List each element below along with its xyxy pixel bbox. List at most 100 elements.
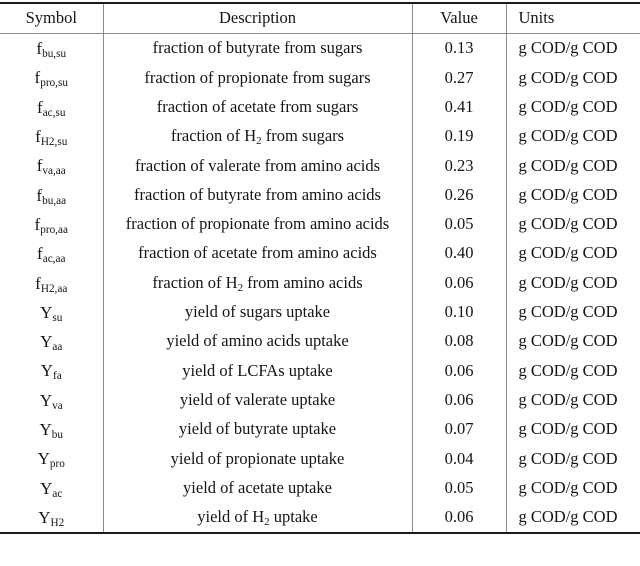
cell-value: 0.06 bbox=[412, 356, 507, 386]
cell-symbol: Ysu bbox=[0, 297, 104, 327]
cell-value: 0.23 bbox=[412, 151, 507, 181]
symbol-text: Ypro bbox=[38, 450, 65, 471]
column-header-symbol: Symbol bbox=[0, 3, 104, 34]
table-row: Ysu yield of sugars uptake 0.10 g COD/g COD bbox=[0, 297, 640, 327]
cell-symbol: fH2,aa bbox=[0, 268, 104, 298]
cell-units: g COD/g COD bbox=[518, 214, 618, 234]
description-text: fraction of valerate from amino acids bbox=[134, 155, 381, 175]
cell-symbol: fac,aa bbox=[0, 239, 104, 269]
description-text-suffix: from amino acids bbox=[243, 272, 363, 292]
cell-description: yield of acetate uptake bbox=[103, 473, 413, 503]
cell-symbol: Yac bbox=[0, 473, 104, 503]
cell-symbol: Yfa bbox=[0, 356, 104, 386]
description-text: yield of LCFAs uptake bbox=[182, 360, 333, 380]
table-row: fac,su fraction of acetate from sugars 0.4… bbox=[0, 92, 640, 122]
description-text: fraction of propionate from amino acids bbox=[125, 214, 390, 234]
symbol-text: fH2,aa bbox=[35, 275, 68, 295]
table-row: Yaa yield of amino acids uptake 0.08 g COD/… bbox=[0, 326, 640, 357]
cell-value: 0.27 bbox=[412, 63, 507, 93]
symbol-base: Y bbox=[38, 507, 51, 527]
table-row: Yfa yield of LCFAs uptake 0.06 g COD/g COD bbox=[0, 356, 640, 386]
cell-symbol: fpro,su bbox=[0, 63, 104, 93]
symbol-subscript: va bbox=[52, 399, 63, 412]
symbol-base: Y bbox=[40, 302, 53, 322]
symbol-text: fac,su bbox=[37, 99, 66, 119]
cell-value: 0.06 bbox=[412, 268, 507, 298]
cell-units: g COD/g COD bbox=[518, 448, 618, 468]
symbol-text: fpro,su bbox=[35, 69, 68, 89]
cell-description: yield of amino acids uptake bbox=[103, 326, 413, 357]
table-row: fpro,aa fraction of propionate from amino… bbox=[0, 209, 640, 240]
cell-units: g COD/g COD bbox=[518, 360, 618, 380]
description-text: fraction of acetate from amino acids bbox=[138, 243, 377, 263]
cell-value: 0.05 bbox=[412, 473, 507, 503]
cell-value: 0.10 bbox=[412, 297, 507, 327]
table-row: fbu,su fraction of butyrate from sugars 0.… bbox=[0, 33, 640, 64]
symbol-base: Y bbox=[40, 361, 54, 381]
symbol-subscript: bu,aa bbox=[42, 194, 67, 207]
cell-units: g COD/g COD bbox=[518, 243, 618, 263]
cell-units: g COD/g COD bbox=[518, 126, 618, 146]
cell-units: g COD/g COD bbox=[518, 184, 618, 204]
cell-value: 0.04 bbox=[412, 444, 507, 474]
cell-units: g COD/g COD bbox=[518, 302, 618, 322]
symbol-subscript: ac,su bbox=[42, 106, 66, 119]
description-text: fraction of butyrate from amino acids bbox=[134, 184, 381, 204]
column-header-value: Value bbox=[412, 3, 507, 34]
table-header-row: Symbol Description Value Units bbox=[0, 3, 640, 34]
cell-symbol: Ybu bbox=[0, 414, 104, 445]
table-row: Ybu yield of butyrate uptake 0.07 g COD/g C… bbox=[0, 414, 640, 445]
cell-units: g COD/g COD bbox=[518, 38, 618, 58]
table-row: Yac yield of acetate uptake 0.05 g COD/g CO… bbox=[0, 473, 640, 503]
cell-symbol: YH2 bbox=[0, 502, 104, 534]
symbol-subscript: pro bbox=[49, 458, 65, 471]
symbol-subscript: H2,aa bbox=[40, 282, 68, 295]
description-text: yield of amino acids uptake bbox=[166, 331, 349, 351]
cell-description: fraction of acetate from sugars bbox=[103, 92, 413, 122]
table-body: fbu,su fraction of butyrate from sugars 0.… bbox=[0, 33, 640, 534]
cell-description: yield of LCFAs uptake bbox=[103, 356, 413, 386]
description-text: fraction of propionate from sugars bbox=[144, 67, 371, 87]
description-text: yield of butyrate uptake bbox=[178, 419, 337, 439]
cell-units: g COD/g COD bbox=[518, 155, 618, 175]
table-row: Ypro yield of propionate uptake 0.04 g COD/… bbox=[0, 444, 640, 474]
cell-symbol: fpro,aa bbox=[0, 209, 104, 240]
description-text: yield of valerate uptake bbox=[179, 389, 336, 409]
table-row: fH2,aa fraction of H2 from amino acids 0.0… bbox=[0, 268, 640, 298]
cell-symbol: fva,aa bbox=[0, 151, 104, 181]
cell-units: g COD/g COD bbox=[518, 477, 618, 497]
cell-symbol: fbu,su bbox=[0, 33, 104, 64]
symbol-base: Y bbox=[40, 332, 53, 352]
description-text-suffix: uptake bbox=[269, 507, 318, 527]
table-row: fpro,su fraction of propionate from sugar… bbox=[0, 63, 640, 93]
table-row: fac,aa fraction of acetate from amino aci… bbox=[0, 239, 640, 269]
symbol-subscript: bu bbox=[51, 429, 63, 442]
description-text: fraction of acetate from sugars bbox=[156, 96, 359, 116]
cell-symbol: Yva bbox=[0, 385, 104, 415]
cell-description: fraction of valerate from amino acids bbox=[103, 151, 413, 181]
symbol-text: Ybu bbox=[40, 421, 64, 442]
description-text: yield of propionate uptake bbox=[170, 448, 345, 468]
symbol-text: Yac bbox=[40, 480, 62, 500]
symbol-subscript: va,aa bbox=[42, 165, 66, 178]
cell-description: fraction of butyrate from sugars bbox=[103, 33, 413, 64]
description-text: yield of sugars uptake bbox=[184, 302, 331, 322]
cell-symbol: Yaa bbox=[0, 326, 104, 357]
cell-units: g COD/g COD bbox=[518, 272, 618, 292]
cell-description: yield of valerate uptake bbox=[103, 385, 413, 415]
cell-description: yield of H2 uptake bbox=[103, 502, 413, 534]
symbol-text: fpro,aa bbox=[35, 216, 68, 236]
symbol-text: Ysu bbox=[40, 302, 62, 324]
table-row: fH2,su fraction of H2 from sugars 0.19 g CO… bbox=[0, 121, 640, 152]
cell-units: g COD/g COD bbox=[518, 331, 618, 351]
table-header: Symbol Description Value Units bbox=[0, 3, 640, 34]
cell-units: g COD/g COD bbox=[518, 389, 618, 409]
cell-value: 0.19 bbox=[412, 121, 507, 152]
symbol-subscript: pro,su bbox=[40, 77, 68, 90]
symbol-text: fbu,aa bbox=[36, 187, 67, 207]
cell-value: 0.08 bbox=[412, 326, 507, 357]
cell-units: g COD/g COD bbox=[518, 507, 618, 527]
cell-value: 0.05 bbox=[412, 209, 507, 240]
symbol-text: Yaa bbox=[40, 332, 62, 353]
description-text-suffix: from sugars bbox=[261, 126, 345, 146]
